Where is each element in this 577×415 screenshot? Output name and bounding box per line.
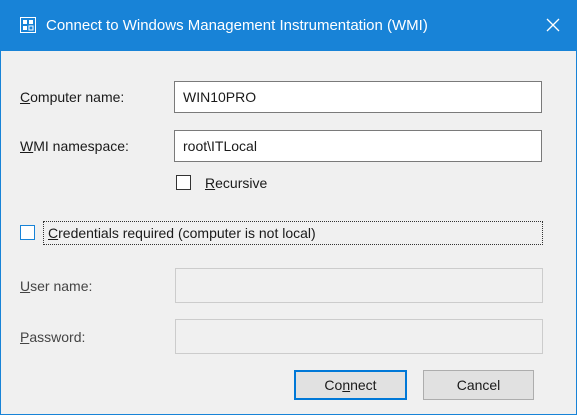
credentials-label[interactable]: Credentials required (computer is not lo… — [48, 224, 316, 242]
recursive-checkbox[interactable] — [176, 175, 191, 190]
wmi-app-icon — [20, 17, 36, 33]
close-button[interactable] — [530, 1, 576, 51]
computer-name-input[interactable]: WIN10PRO — [174, 81, 542, 113]
cancel-button[interactable]: Cancel — [423, 370, 534, 400]
computer-name-label: Computer name: — [20, 89, 125, 105]
credentials-checkbox[interactable] — [20, 225, 35, 240]
recursive-label[interactable]: Recursive — [205, 174, 267, 192]
title-bar[interactable]: Connect to Windows Management Instrument… — [1, 1, 576, 51]
close-icon — [546, 18, 560, 35]
password-input[interactable] — [175, 319, 543, 354]
wmi-namespace-label: WMI namespace: — [20, 138, 129, 154]
user-name-input[interactable] — [175, 268, 543, 303]
connect-button[interactable]: Connect — [294, 370, 407, 400]
window-title: Connect to Windows Management Instrument… — [46, 17, 428, 34]
wmi-namespace-input[interactable]: root\ITLocal — [174, 130, 542, 162]
user-name-label: User name: — [20, 278, 93, 294]
password-label: Password: — [20, 329, 86, 345]
wmi-connect-dialog: Connect to Windows Management Instrument… — [0, 0, 577, 415]
